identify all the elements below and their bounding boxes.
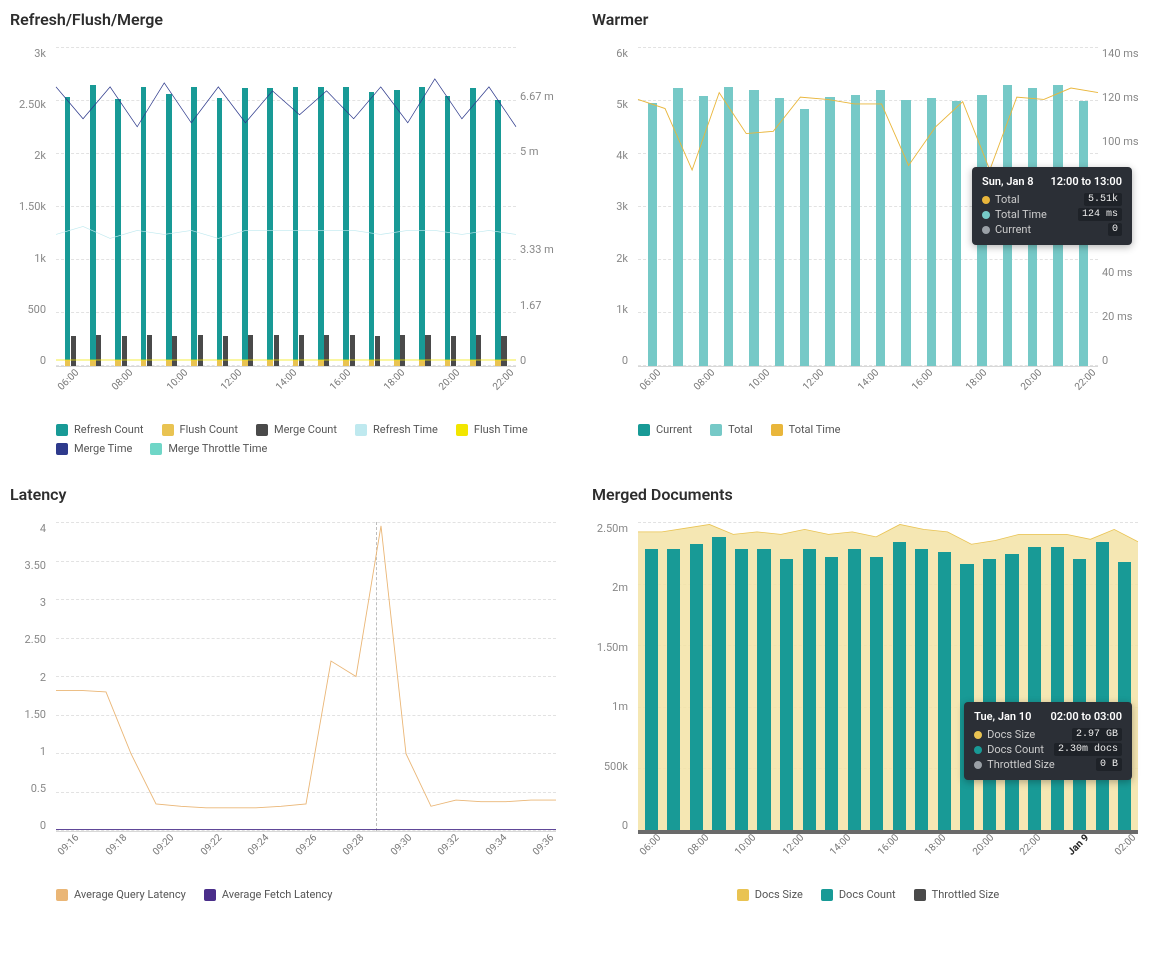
y-axis-left: 43.5032.5021.5010.50: [10, 522, 52, 832]
legend-item[interactable]: Refresh Count: [56, 423, 144, 436]
legend-item[interactable]: Flush Count: [162, 423, 238, 436]
legend-item[interactable]: Merge Throttle Time: [150, 442, 267, 455]
throttled-baseline: [638, 830, 1138, 834]
x-axis: 06:0008:0010:0012:0014:0016:0018:0020:00…: [638, 373, 1098, 417]
legend-item[interactable]: Total: [710, 423, 753, 436]
plot-area: Tue, Jan 1002:00 to 03:00 Docs Size2.97 …: [638, 522, 1138, 832]
panel-title: Warmer: [592, 10, 1144, 29]
y-axis-left: 6k5k4k3k2k1k0: [592, 47, 634, 367]
y-axis-left: 3k2.50k2k1.50k1k5000: [10, 47, 52, 367]
legend-item[interactable]: Docs Count: [821, 888, 896, 901]
legend-item[interactable]: Throttled Size: [914, 888, 1000, 901]
legend-item[interactable]: Average Query Latency: [56, 888, 186, 901]
legend-item[interactable]: Total Time: [771, 423, 841, 436]
panel-refresh-flush-merge: Refresh/Flush/Merge 3k2.50k2k1.50k1k5000…: [10, 10, 562, 455]
panel-title: Merged Documents: [592, 485, 1144, 504]
legend-item[interactable]: Flush Time: [456, 423, 528, 436]
panel-merged-documents: Merged Documents 2.50m2m1.50m1m500k0 Tue…: [592, 485, 1144, 901]
plot-area: Sun, Jan 812:00 to 13:00 Total5.51kTotal…: [638, 47, 1098, 367]
legend-item[interactable]: Current: [638, 423, 692, 436]
legend-item[interactable]: Docs Size: [737, 888, 803, 901]
legend-item[interactable]: Average Fetch Latency: [204, 888, 333, 901]
panel-warmer: Warmer 6k5k4k3k2k1k0 140 ms120 ms100 ms8…: [592, 10, 1144, 455]
plot-area: [56, 47, 516, 367]
y-axis-right: 6.67 m5 m3.33 m1.670: [516, 47, 562, 367]
tooltip: Sun, Jan 812:00 to 13:00 Total5.51kTotal…: [972, 167, 1132, 245]
panel-title: Latency: [10, 485, 562, 504]
panel-title: Refresh/Flush/Merge: [10, 10, 562, 29]
y-axis-left: 2.50m2m1.50m1m500k0: [592, 522, 634, 832]
x-axis: 06:0008:0010:0012:0014:0016:0018:0020:00…: [638, 838, 1138, 882]
x-axis: 06:0008:0010:0012:0014:0016:0018:0020:00…: [56, 373, 516, 417]
legend: Docs Size Docs Count Throttled Size: [592, 888, 1144, 901]
chart-rfm[interactable]: 3k2.50k2k1.50k1k5000 6.67 m5 m3.33 m1.67…: [10, 37, 562, 417]
tooltip: Tue, Jan 1002:00 to 03:00 Docs Size2.97 …: [964, 702, 1132, 780]
legend-item[interactable]: Merge Count: [256, 423, 337, 436]
legend-item[interactable]: Merge Time: [56, 442, 132, 455]
chart-latency[interactable]: 43.5032.5021.5010.50 09:1609:1809:2009:2…: [10, 512, 562, 882]
chart-merged[interactable]: 2.50m2m1.50m1m500k0 Tue, Jan 1002:00 to …: [592, 512, 1144, 882]
x-axis: 09:1609:1809:2009:2209:2409:2609:2809:30…: [56, 838, 556, 882]
panel-latency: Latency 43.5032.5021.5010.50 09:1609:180…: [10, 485, 562, 901]
plot-area: [56, 522, 556, 832]
legend-item[interactable]: Refresh Time: [355, 423, 438, 436]
legend: Refresh Count Flush Count Merge Count Refre…: [10, 423, 562, 455]
chart-warmer[interactable]: 6k5k4k3k2k1k0 140 ms120 ms100 ms80 ms60 …: [592, 37, 1144, 417]
legend: Average Query Latency Average Fetch Laten…: [10, 888, 562, 901]
legend: Current Total Total Time: [592, 423, 1144, 436]
